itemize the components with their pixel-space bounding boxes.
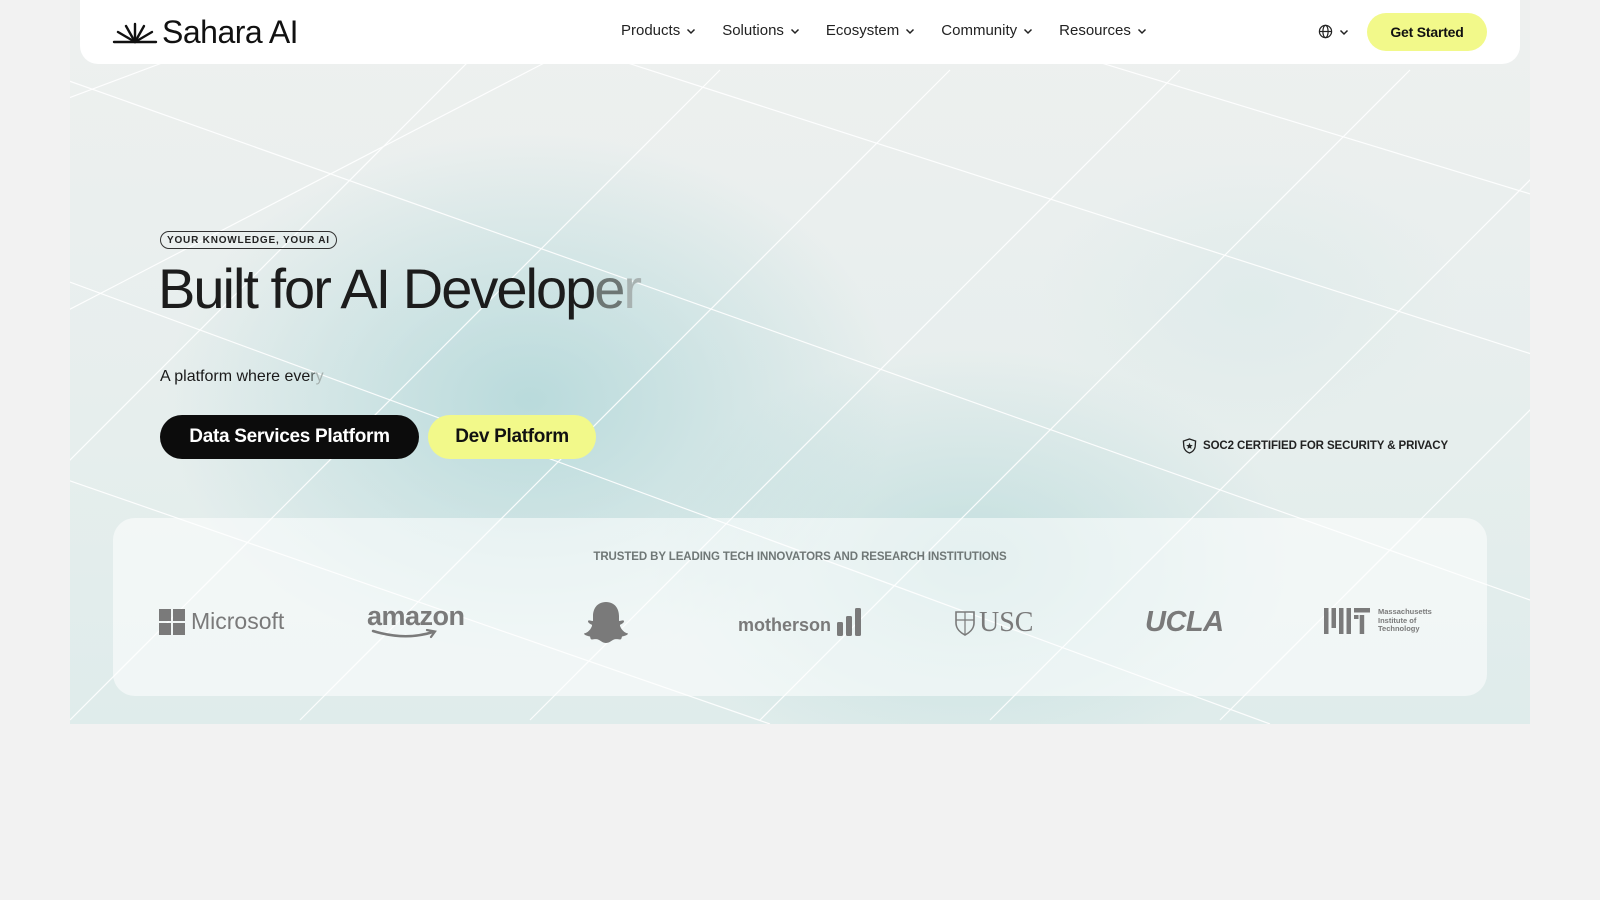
chevron-down-icon [906, 28, 915, 34]
menu-products[interactable]: Products [621, 22, 696, 39]
snapchat-logo [583, 600, 629, 644]
mit-bars-icon [1324, 608, 1370, 634]
subline-typing-char: y [315, 368, 324, 385]
microsoft-windows-icon [159, 608, 185, 635]
chevron-down-icon [1024, 28, 1033, 34]
sahara-sun-icon [112, 22, 158, 43]
menu-resources[interactable]: Resources [1059, 22, 1147, 39]
ucla-wordmark: UCLA [1145, 606, 1224, 638]
chevron-down-icon [790, 28, 799, 34]
brand-name: Sahara AI [162, 14, 299, 50]
chevron-down-icon [687, 28, 696, 34]
usc-wordmark: USC [979, 607, 1034, 638]
menu-solutions[interactable]: Solutions [722, 22, 800, 39]
ucla-logo: UCLA [1145, 606, 1224, 639]
get-started-button[interactable]: Get Started [1367, 13, 1487, 51]
data-services-platform-button[interactable]: Data Services Platform [160, 415, 419, 459]
menu-ecosystem[interactable]: Ecosystem [826, 22, 915, 39]
hero-headline: Built for AI Developer [158, 256, 642, 321]
amazon-wordmark: amazon [367, 601, 465, 631]
headline-text: Built for AI Develop [158, 257, 596, 320]
menu-community-label: Community [941, 22, 1018, 39]
dev-platform-button[interactable]: Dev Platform [428, 415, 596, 459]
menu-ecosystem-label: Ecosystem [825, 22, 900, 39]
mit-line: Technology [1378, 624, 1420, 634]
usc-logo: USC [955, 607, 1033, 639]
menu-solutions-label: Solutions [722, 22, 784, 39]
trusted-title: TRUSTED BY LEADING TECH INNOVATORS AND R… [593, 551, 1007, 563]
soc2-badge: SOC2 CERTIFIED FOR SECURITY & PRIVACY [1182, 438, 1448, 454]
hero-subline: A platform where every [160, 368, 324, 386]
soc2-text: SOC2 CERTIFIED FOR SECURITY & PRIVACY [1203, 440, 1449, 452]
motherson-wordmark: motherson [738, 615, 832, 635]
hero-tag: YOUR KNOWLEDGE, YOUR AI [160, 231, 337, 249]
microsoft-wordmark: Microsoft [191, 608, 285, 634]
top-nav: Sahara AI Products Solutions Ecosystem C… [80, 0, 1520, 64]
chevron-down-icon [1137, 28, 1146, 34]
language-selector[interactable] [1318, 24, 1349, 39]
headline-typing-char: e [594, 257, 625, 320]
headline-typing-char: r [623, 257, 642, 320]
shield-star-icon [1182, 438, 1197, 454]
chevron-down-icon [1339, 29, 1349, 35]
menu-community[interactable]: Community [941, 22, 1033, 39]
mit-wordmark: Massachusetts Institute of Technology [1378, 608, 1432, 634]
amazon-logo: amazon [367, 603, 465, 639]
globe-icon [1318, 24, 1333, 39]
snapchat-ghost-icon [584, 602, 628, 643]
trusted-by-section: TRUSTED BY LEADING TECH INNOVATORS AND R… [113, 518, 1487, 696]
usc-shield-icon [955, 611, 975, 636]
menu-products-label: Products [621, 22, 681, 39]
mit-logo: Massachusetts Institute of Technology [1324, 608, 1432, 634]
main-menu: Products Solutions Ecosystem Community R… [621, 22, 1173, 39]
subline-text: A platform where eve [160, 368, 311, 385]
brand-logo[interactable]: Sahara AI [112, 14, 299, 51]
motherson-logo: motherson [738, 607, 863, 636]
menu-resources-label: Resources [1059, 22, 1131, 39]
microsoft-logo: Microsoft [159, 608, 284, 635]
motherson-bars-icon [837, 607, 862, 636]
amazon-smile-icon [371, 629, 437, 639]
